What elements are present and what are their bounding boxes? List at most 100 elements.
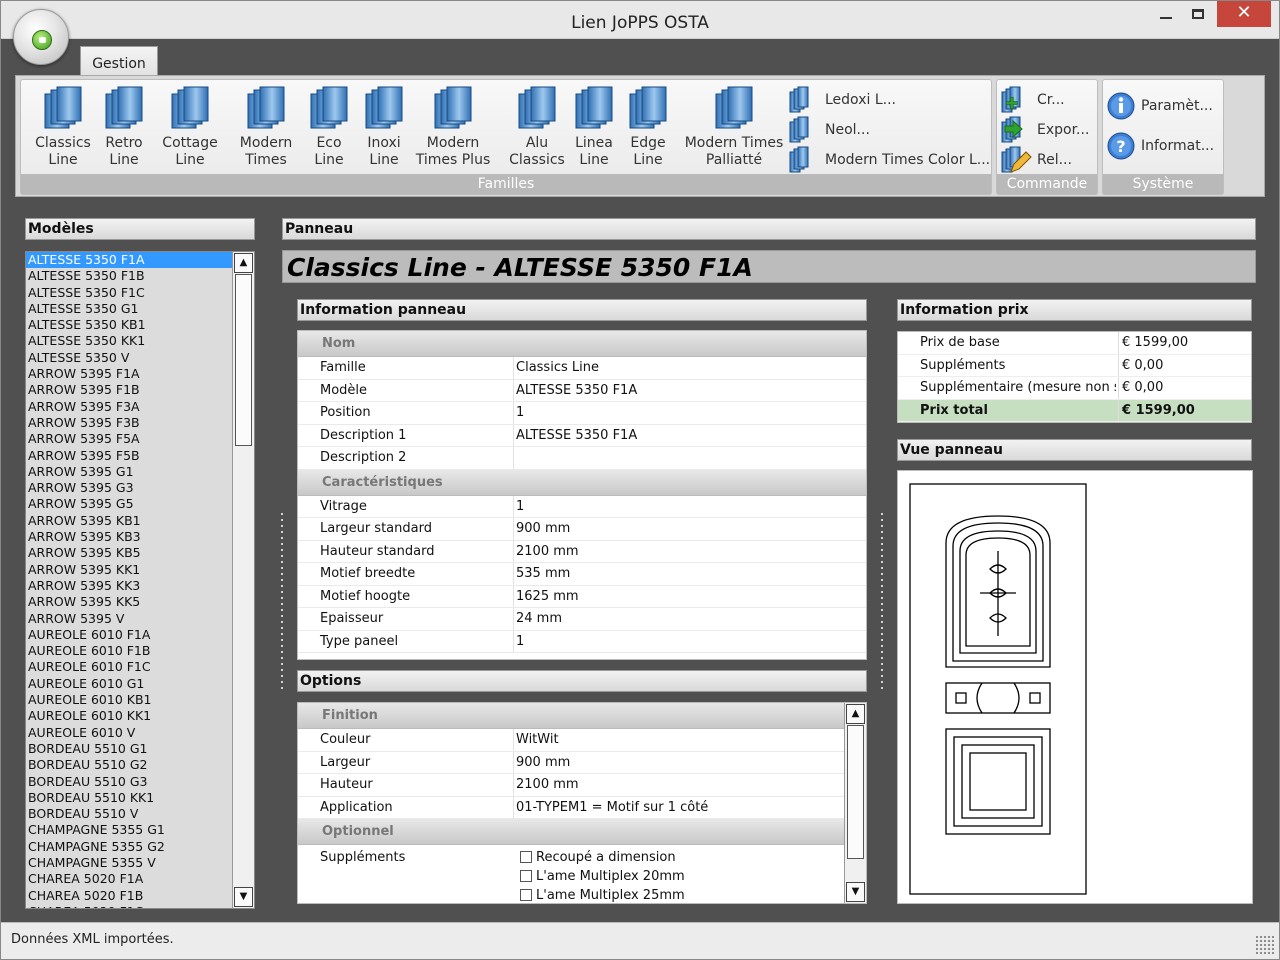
property-row[interactable]: Type paneel 1 [298, 630, 866, 653]
famille-button-11[interactable]: Modern Times Palliatté [679, 86, 789, 169]
list-item[interactable]: BORDEAU 5510 G2 [26, 757, 254, 773]
famille-button-9[interactable]: Linea Line [571, 86, 617, 169]
checkbox-recoupe[interactable]: Recoupé a dimension [520, 848, 685, 867]
list-item[interactable]: AUREOLE 6010 V [26, 725, 254, 741]
famille-button-1[interactable]: Classics Line [35, 86, 91, 169]
checkbox-multiplex-20[interactable]: L'ame Multiplex 20mm [520, 867, 685, 886]
famille-button-label: Modern [239, 135, 293, 151]
list-item[interactable]: ARROW 5395 F1A [26, 366, 254, 382]
property-row[interactable]: Epaisseur 24 mm [298, 608, 866, 631]
information-button[interactable]: ? Informat... [1105, 132, 1214, 160]
list-item[interactable]: ALTESSE 5350 F1C [26, 285, 254, 301]
options-scroll-thumb[interactable] [847, 725, 864, 859]
list-item[interactable]: ALTESSE 5350 G1 [26, 301, 254, 317]
property-row[interactable]: Famille Classics Line [298, 357, 866, 380]
famille-button-6[interactable]: Inoxi Line [359, 86, 409, 169]
scroll-down-button[interactable]: ▼ [234, 887, 253, 907]
list-item[interactable]: AUREOLE 6010 F1A [26, 627, 254, 643]
resize-grip[interactable] [1255, 935, 1275, 955]
list-item[interactable]: ARROW 5395 F1B [26, 382, 254, 398]
list-item[interactable]: BORDEAU 5510 KK1 [26, 790, 254, 806]
list-item[interactable]: AUREOLE 6010 G1 [26, 676, 254, 692]
scroll-thumb[interactable] [235, 274, 252, 446]
list-item[interactable]: ARROW 5395 G1 [26, 464, 254, 480]
famille-button-3[interactable]: Cottage Line [159, 86, 221, 169]
list-item[interactable]: ALTESSE 5350 V [26, 350, 254, 366]
list-item[interactable]: ALTESSE 5350 KK1 [26, 333, 254, 349]
reload-order-button[interactable]: Rel... [1001, 146, 1072, 174]
modeles-listbox[interactable]: ALTESSE 5350 F1A ALTESSE 5350 F1B ALTESSE … [25, 251, 255, 909]
list-item[interactable]: ARROW 5395 KB1 [26, 513, 254, 529]
options-scrollbar[interactable]: ▲ ▼ [844, 703, 866, 903]
property-row[interactable]: Hauteur standard 2100 mm [298, 540, 866, 563]
famille-button-2[interactable]: Retro Line [101, 86, 147, 169]
list-item[interactable]: ARROW 5395 F3B [26, 415, 254, 431]
property-key: Description 2 [320, 450, 407, 465]
list-item[interactable]: CHAMPAGNE 5355 V [26, 855, 254, 871]
list-item[interactable]: ARROW 5395 KB3 [26, 529, 254, 545]
list-item[interactable]: BORDEAU 5510 G1 [26, 741, 254, 757]
property-row[interactable]: Position 1 [298, 402, 866, 425]
application-menu-button[interactable] [13, 9, 69, 65]
list-item[interactable]: ARROW 5395 KB5 [26, 545, 254, 561]
property-row[interactable]: Application 01-TYPEM1 = Motif sur 1 côté [298, 796, 846, 819]
list-item[interactable]: ALTESSE 5350 F1B [26, 268, 254, 284]
maximize-button[interactable] [1183, 1, 1213, 27]
property-row[interactable]: Hauteur 2100 mm [298, 774, 846, 797]
list-item[interactable]: AUREOLE 6010 F1B [26, 643, 254, 659]
list-item[interactable]: ARROW 5395 KK5 [26, 594, 254, 610]
property-row[interactable]: Description 2 [298, 447, 866, 470]
tab-gestion[interactable]: Gestion [80, 46, 158, 78]
famille-button-4[interactable]: Modern Times [233, 86, 299, 169]
list-item[interactable]: ALTESSE 5350 F1A [26, 252, 254, 269]
options-scroll-down-button[interactable]: ▼ [846, 882, 865, 902]
property-row[interactable]: Motief hoogte 1625 mm [298, 585, 866, 608]
checkbox-multiplex-25[interactable]: L'ame Multiplex 25mm [520, 886, 685, 903]
list-item[interactable]: ALTESSE 5350 KB1 [26, 317, 254, 333]
list-item[interactable]: CHAMPAGNE 5355 G2 [26, 839, 254, 855]
right-splitter[interactable] [879, 511, 885, 691]
list-item[interactable]: CHAREA 5020 F1B [26, 888, 254, 904]
famille-button-7[interactable]: Modern Times Plus [413, 86, 493, 169]
options-scroll-up-button[interactable]: ▲ [846, 704, 865, 724]
property-row[interactable]: Description 1 ALTESSE 5350 F1A [298, 424, 866, 447]
list-item[interactable]: ARROW 5395 V [26, 611, 254, 627]
list-item[interactable]: ARROW 5395 G3 [26, 480, 254, 496]
close-button[interactable]: ✕ [1217, 1, 1271, 27]
list-item[interactable]: CHAREA 5020 F1A [26, 871, 254, 887]
list-item[interactable]: ARROW 5395 F3A [26, 399, 254, 415]
create-order-button[interactable]: Cr... [1001, 86, 1065, 114]
property-row[interactable]: Couleur WitWit [298, 729, 846, 752]
info-prix-grid: Prix de base € 1599,00 Suppléments € 0,00 … [897, 331, 1252, 423]
famille-button-5[interactable]: Eco Line [309, 86, 349, 169]
property-row[interactable]: Largeur standard 900 mm [298, 518, 866, 541]
list-item[interactable]: AUREOLE 6010 F1C [26, 659, 254, 675]
property-row[interactable]: Largeur 900 mm [298, 751, 846, 774]
left-splitter[interactable] [279, 511, 285, 691]
property-row[interactable]: Motief breedte 535 mm [298, 563, 866, 586]
modern-times-color-button[interactable]: Modern Times Color L... [789, 146, 990, 174]
checkbox-icon [520, 850, 532, 863]
list-item[interactable]: AUREOLE 6010 KB1 [26, 692, 254, 708]
list-item[interactable]: ARROW 5395 F5B [26, 448, 254, 464]
list-item[interactable]: CHAMPAGNE 5355 G1 [26, 822, 254, 838]
famille-button-8[interactable]: Alu Classics [509, 86, 565, 169]
list-item[interactable]: BORDEAU 5510 G3 [26, 774, 254, 790]
list-item[interactable]: ARROW 5395 KK3 [26, 578, 254, 594]
parametres-button[interactable]: Paramèt... [1105, 92, 1213, 120]
property-row[interactable]: Modèle ALTESSE 5350 F1A [298, 379, 866, 402]
list-item[interactable]: CHAREA 5020 F1C [26, 904, 254, 908]
minimize-button[interactable] [1151, 1, 1181, 27]
neol-button[interactable]: Neol... [789, 116, 870, 144]
list-item[interactable]: ARROW 5395 KK1 [26, 562, 254, 578]
modeles-scrollbar[interactable]: ▲ ▼ [232, 252, 254, 908]
export-order-button[interactable]: Expor... [1001, 116, 1089, 144]
list-item[interactable]: AUREOLE 6010 KK1 [26, 708, 254, 724]
ledoxi-button[interactable]: Ledoxi L... [789, 86, 896, 114]
list-item[interactable]: BORDEAU 5510 V [26, 806, 254, 822]
famille-button-10[interactable]: Edge Line [625, 86, 671, 169]
scroll-up-button[interactable]: ▲ [234, 253, 253, 273]
list-item[interactable]: ARROW 5395 G5 [26, 496, 254, 512]
list-item[interactable]: ARROW 5395 F5A [26, 431, 254, 447]
property-row[interactable]: Vitrage 1 [298, 495, 866, 518]
